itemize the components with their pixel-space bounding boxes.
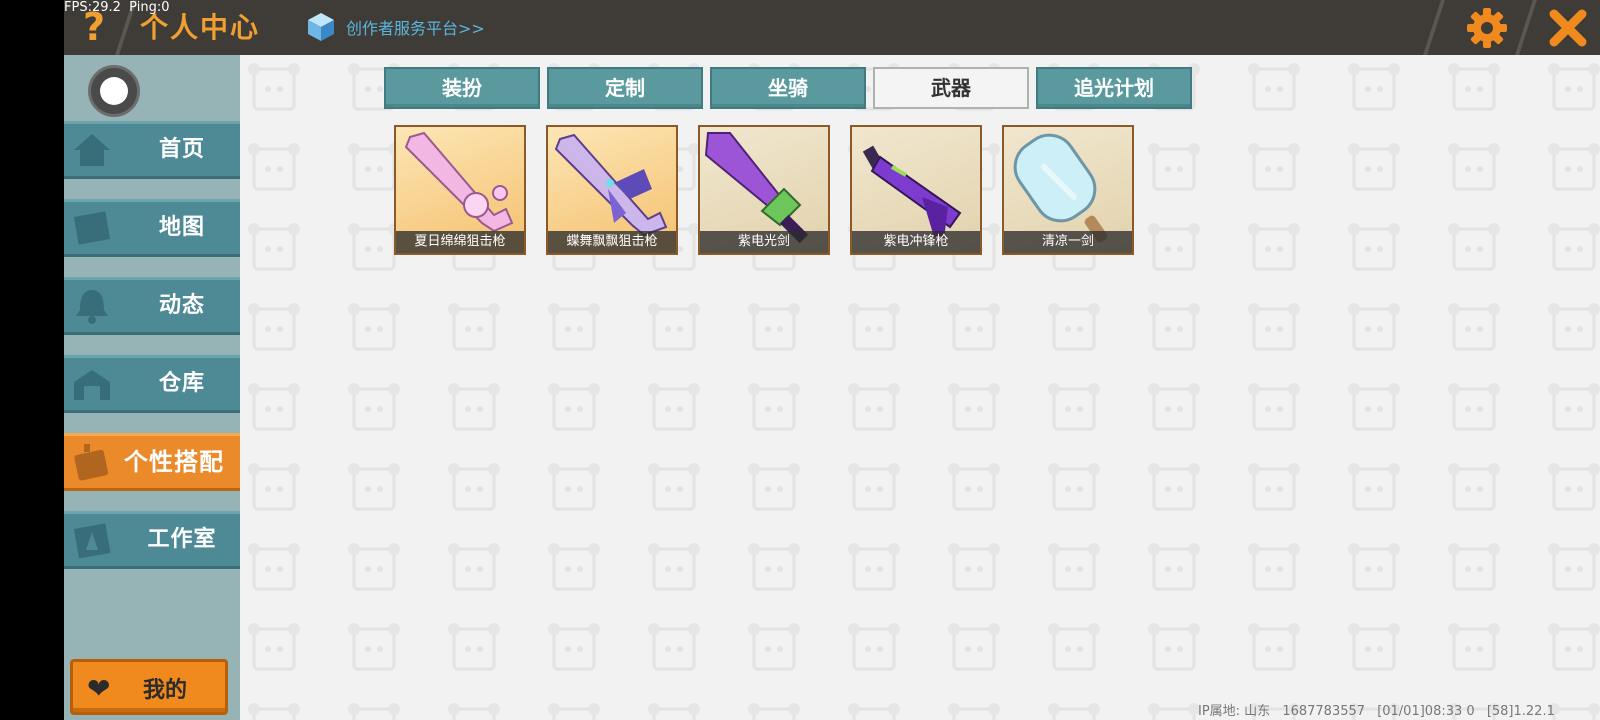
weapon-name: 紫电光剑 [700, 231, 828, 253]
studio-icon [73, 523, 111, 559]
sidebar-item-label: 首页 [158, 137, 205, 162]
sidebar-item-label: 动态 [158, 293, 205, 318]
avatar[interactable] [88, 65, 140, 117]
close-icon [1549, 9, 1587, 47]
sidebar-item-home[interactable]: 首页 [64, 121, 240, 179]
sidebar-item-activity[interactable]: 动态 [64, 277, 240, 335]
weapon-card[interactable]: 夏日绵绵狙击枪 [394, 125, 526, 255]
warehouse-icon [74, 370, 110, 400]
sidebar-item-map[interactable]: 地图 [64, 199, 240, 257]
sidebar-item-label: 仓库 [158, 371, 205, 396]
main-panel: 装扮 定制 坐骑 武器 追光计划 夏日绵绵狙击枪 蝶舞飘飘狙击枪 紫电光剑 紫电… [240, 55, 1600, 720]
sidebar-item-label: 地图 [158, 215, 205, 240]
timestamp: [01/01]08:33 0 [1377, 704, 1475, 719]
sidebar: 首页 地图 动态 仓库 个性搭配 工作室 ❤ 我的 [64, 55, 240, 720]
top-bar [64, 0, 1600, 55]
heart-icon: ❤ [87, 672, 111, 705]
cube-icon [308, 13, 334, 41]
my-button-label: 我的 [143, 678, 188, 703]
user-id: 1687783557 [1282, 704, 1366, 719]
weapon-card[interactable]: 紫电冲锋枪 [850, 125, 982, 255]
tab-custom[interactable]: 定制 [547, 67, 703, 109]
creator-platform-link[interactable]: 创作者服务平台>> [306, 9, 485, 45]
my-button[interactable]: ❤ 我的 [70, 659, 228, 715]
weapon-name: 紫电冲锋枪 [852, 231, 980, 253]
map-icon [73, 211, 111, 245]
weapon-card[interactable]: 紫电光剑 [698, 125, 830, 255]
avatar-image [100, 77, 128, 105]
tab-weapon[interactable]: 武器 [873, 67, 1029, 109]
bell-icon [76, 290, 108, 324]
close-button[interactable] [1546, 6, 1590, 50]
weapon-name: 清凉一剑 [1004, 231, 1132, 253]
weapon-name: 蝶舞飘飘狙击枪 [548, 231, 676, 253]
settings-button[interactable] [1465, 6, 1509, 50]
weapon-name: 夏日绵绵狙击枪 [396, 231, 524, 253]
fps-readout: FPS:29.2 Ping:0 [64, 0, 170, 15]
tab-chase-light[interactable]: 追光计划 [1036, 67, 1192, 109]
sidebar-item-label: 工作室 [147, 527, 217, 552]
sidebar-item-outfit[interactable]: 个性搭配 [64, 433, 240, 491]
weapon-card[interactable]: 蝶舞飘飘狙击枪 [546, 125, 678, 255]
sidebar-item-label: 个性搭配 [124, 448, 224, 476]
sidebar-item-studio[interactable]: 工作室 [64, 511, 240, 569]
tab-mount[interactable]: 坐骑 [710, 67, 866, 109]
version: [58]1.22.1 [1486, 704, 1555, 719]
ip-location: IP属地: 山东 [1198, 704, 1271, 719]
home-icon [74, 134, 110, 166]
footer-info: IP属地: 山东 1687783557 [01/01]08:33 0 [58]1… [1198, 700, 1563, 719]
tab-outfit[interactable]: 装扮 [384, 67, 540, 109]
weapon-card[interactable]: 清凉一剑 [1002, 125, 1134, 255]
creator-link-label: 创作者服务平台>> [346, 19, 485, 38]
gear-icon [1467, 8, 1507, 48]
sidebar-item-warehouse[interactable]: 仓库 [64, 355, 240, 413]
